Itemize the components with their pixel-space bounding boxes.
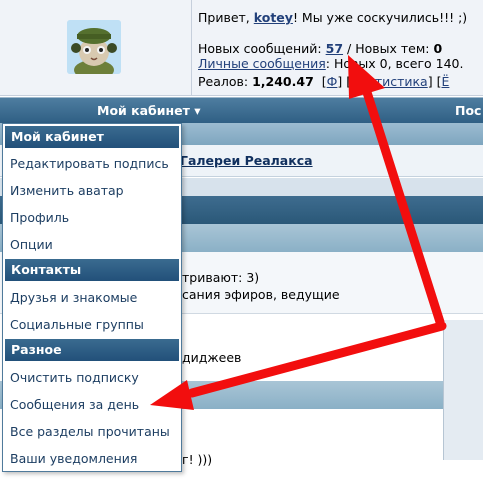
partial-link-2[interactable]: Ё [441,74,449,89]
new-messages-count-link[interactable]: 57 [326,41,343,56]
main-navbar: Мой кабинет ▾ Пос [0,97,483,123]
menu-item-friends[interactable]: Друзья и знакомые [10,290,137,305]
reals-line: Реалов: 1,240.47 [Ф] [Статистика] [Ё [198,74,449,89]
watching-text: тривают: 3) [182,270,260,285]
menu-item-edit-signature[interactable]: Редактировать подпись [10,156,169,171]
reals-label: Реалов: [198,74,249,89]
bracket-close-2: ] [427,74,433,89]
private-messages-line: Личные сообщения: Новых 0, всего 140. [198,56,463,71]
reals-value: 1,240.47 [252,74,314,89]
side-panel [443,320,483,460]
broadcast-text: сания эфиров, ведущие [182,287,340,302]
nav-my-cabinet[interactable]: Мой кабинет ▾ [97,103,201,118]
menu-item-notifications[interactable]: Ваши уведомления [10,451,137,466]
nav-next-item[interactable]: Пос [455,103,481,118]
greeting-line: Привет, kotey! Мы уже соскучились!!! ;) [198,10,467,25]
stats-link[interactable]: Статистика [351,74,428,89]
private-messages-link[interactable]: Личные сообщения [198,56,326,71]
djs-text: диджеев [182,350,242,365]
avatar-cell [0,0,192,96]
menu-item-options[interactable]: Опции [10,237,53,252]
menu-item-messages-per-day[interactable]: Сообщения за день [10,397,139,412]
menu-item-profile[interactable]: Профиль [10,210,69,225]
menu-item-social-groups[interactable]: Социальные группы [10,317,144,332]
menu-item-all-read[interactable]: Все разделы прочитаны [10,424,170,439]
new-messages-label: Новых сообщений: [198,41,322,56]
bracket-close: ] [337,74,343,89]
menu-section-contacts: Контакты [5,259,179,281]
welcome-area: Привет, kotey! Мы уже соскучились!!! ;) … [192,0,483,96]
new-counts-line: Новых сообщений: 57 / Новых тем: 0 [198,41,442,56]
smile-text: г! ))) [182,452,213,467]
menu-section-cabinet[interactable]: Мой кабинет [5,126,179,148]
avatar[interactable] [67,20,121,74]
nav-my-cabinet-label: Мой кабинет [97,103,190,118]
menu-section-misc: Разное [5,339,179,361]
triangle-down-icon: ▾ [194,103,201,118]
new-topics-count: 0 [433,41,443,56]
menu-item-change-avatar[interactable]: Изменить аватар [10,183,124,198]
cabinet-dropdown-menu: Мой кабинет Редактировать подпись Измени… [2,123,182,472]
partial-link[interactable]: Ф [327,74,338,89]
greeting-suffix: ! Мы уже соскучились!!! ;) [292,10,468,25]
private-messages-text: : Новых 0, всего 140. [325,56,464,71]
welcome-header: Привет, kotey! Мы уже соскучились!!! ;) … [0,0,483,96]
menu-item-clear-subscription[interactable]: Очистить подписку [10,370,139,385]
new-topics-label: / Новых тем: [347,41,430,56]
gallery-link[interactable]: Галереи Реалакса [180,153,313,168]
username-link[interactable]: kotey [254,10,293,25]
greeting-prefix: Привет, [198,10,250,25]
